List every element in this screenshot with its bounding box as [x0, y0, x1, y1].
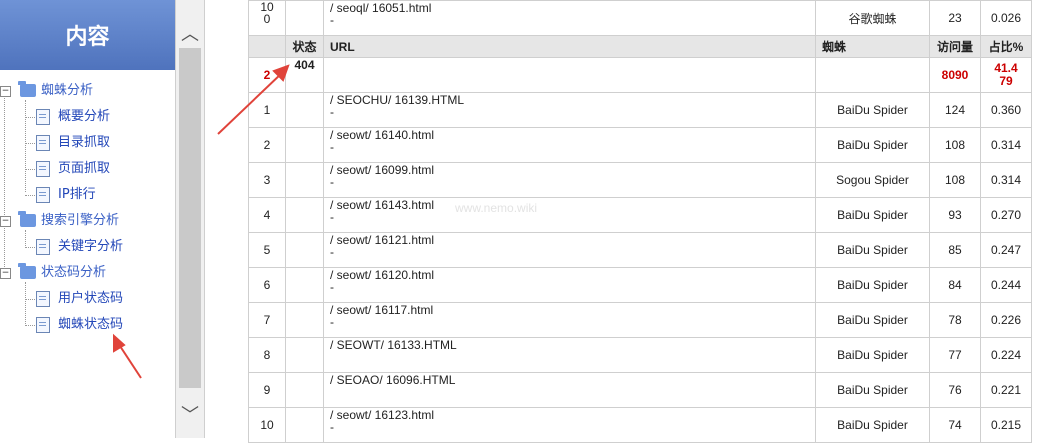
arrow-to-404	[217, 71, 284, 135]
annotation-arrows	[113, 64, 290, 379]
arrow-to-spider-status	[117, 342, 142, 379]
